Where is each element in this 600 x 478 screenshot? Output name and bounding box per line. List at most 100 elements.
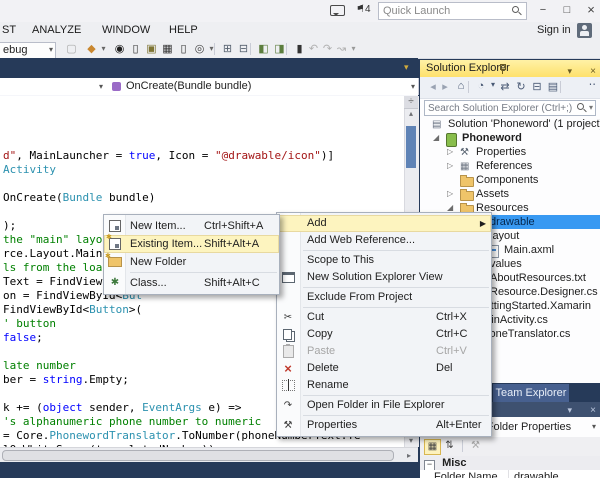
menu-item-new-item[interactable]: New Item...Ctrl+Shift+A xyxy=(104,217,279,235)
tab-team-explorer[interactable]: Team Explorer xyxy=(493,384,569,402)
horizontal-scrollbar-thumb[interactable] xyxy=(2,450,394,461)
menu-item-open-folder-in-file-explorer[interactable]: ↷Open Folder in File Explorer xyxy=(277,397,491,414)
properties-page-icon[interactable]: ▤ xyxy=(546,80,560,93)
expand-arrow-icon[interactable]: ▷ xyxy=(447,187,453,201)
menu-item-label: Paste xyxy=(307,345,335,357)
menu-item-new-solution-explorer-view[interactable]: New Solution Explorer View xyxy=(277,269,491,286)
scroll-down-icon[interactable]: ▾ xyxy=(404,436,418,445)
properties-icon: ⚒ xyxy=(284,420,293,431)
collapse-arrow-icon[interactable]: ◢ xyxy=(433,131,439,145)
types-dropdown[interactable]: ▾ xyxy=(0,78,107,95)
window-position-icon[interactable]: ▾ xyxy=(567,405,572,416)
forward-icon[interactable]: ▸ xyxy=(438,80,452,93)
flag-glyph: ⚑ xyxy=(356,4,365,15)
close-button[interactable]: × xyxy=(580,0,600,20)
bookmark-icon[interactable]: ▮ xyxy=(292,41,307,57)
menu-item-rename[interactable]: Rename xyxy=(277,377,491,394)
menu-item-class[interactable]: ✱Class...Shift+Alt+C xyxy=(104,274,279,292)
tree-item-solution-phoneword-1-project[interactable]: ▤Solution 'Phoneword' (1 project) xyxy=(420,117,600,131)
tree-item-label: Main.axml xyxy=(504,243,554,257)
property-row[interactable]: Folder Name drawable xyxy=(420,470,600,478)
dropdown-icon[interactable]: ▾ xyxy=(204,41,219,57)
scroll-up-icon[interactable]: ▴ xyxy=(404,109,418,118)
vertical-scrollbar-thumb[interactable] xyxy=(406,126,416,168)
sign-in-link[interactable]: Sign in xyxy=(537,24,571,36)
collapse-all-icon[interactable]: ⊟ xyxy=(530,80,544,93)
android-tool-icon[interactable]: ◧ xyxy=(256,41,271,57)
console-icon[interactable]: ▦ xyxy=(160,41,175,57)
properties-category-row[interactable]: − Misc xyxy=(420,456,600,470)
menubar-item-help[interactable]: HELP xyxy=(169,24,198,36)
properties-toolbar: ▦ ⇅ ⚒ xyxy=(420,437,600,457)
code-token: false xyxy=(3,331,36,344)
expand-arrow-icon[interactable]: ▷ xyxy=(447,159,453,173)
tree-item-assets[interactable]: ▷Assets xyxy=(420,187,600,201)
menu-item-label: Existing Item... xyxy=(130,238,202,250)
pin-icon[interactable] xyxy=(498,63,507,74)
solution-explorer-search-input[interactable]: Search Solution Explorer (Ctrl+;) ▾ xyxy=(424,100,596,116)
sync-icon[interactable]: ⇄ xyxy=(498,80,512,93)
nav-forward-icon[interactable]: ↷ xyxy=(320,41,335,57)
minimize-button[interactable]: − xyxy=(532,0,554,20)
start-debug-icon[interactable]: ◉ xyxy=(112,41,127,57)
menu-item-copy[interactable]: CopyCtrl+C xyxy=(277,326,491,343)
account-avatar[interactable] xyxy=(577,23,592,38)
categorized-view-button[interactable]: ▦ xyxy=(424,439,441,455)
expand-arrow-icon[interactable]: ▷ xyxy=(447,145,453,159)
alphabetical-sort-button[interactable]: ⇅ xyxy=(442,439,457,453)
property-value[interactable]: drawable xyxy=(514,470,559,478)
menu-item-label: Delete xyxy=(307,362,339,374)
menu-item-delete[interactable]: ×DeleteDel xyxy=(277,360,491,377)
close-icon[interactable]: × xyxy=(590,405,596,416)
menubar-item-analyze[interactable]: ANALYZE xyxy=(32,24,81,36)
nav-back-icon[interactable]: ↶ xyxy=(306,41,321,57)
build-package-icon[interactable]: ▣ xyxy=(144,41,159,57)
menu-item-new-folder[interactable]: New Folder xyxy=(104,253,279,271)
category-label: Misc xyxy=(438,457,466,469)
debug-configuration-dropdown[interactable]: ebug ▾ xyxy=(0,42,56,59)
dropdown-icon[interactable]: ▾ xyxy=(346,41,361,57)
chevron-down-icon: ▾ xyxy=(411,82,415,91)
notifications-flag-icon[interactable]: ⚑4 xyxy=(356,3,371,15)
tree-item-properties[interactable]: ▷⚒Properties xyxy=(420,145,600,159)
feedback-icon[interactable] xyxy=(330,5,345,16)
property-pages-button[interactable]: ⚒ xyxy=(468,439,483,453)
menubar-item-window[interactable]: WINDOW xyxy=(102,24,150,36)
menu-item-properties[interactable]: ⚒PropertiesAlt+Enter xyxy=(277,417,491,434)
menu-item-scope-to-this[interactable]: Scope to This xyxy=(277,252,491,269)
menu-item-existing-item[interactable]: Existing Item...Shift+Alt+A xyxy=(104,235,279,253)
android-tool2-icon[interactable]: ◨ xyxy=(272,41,287,57)
menu-item-paste[interactable]: PasteCtrl+V xyxy=(277,343,491,360)
code-token: object xyxy=(43,401,83,414)
toolbar-overflow-icon[interactable]: ‥ xyxy=(589,75,596,88)
device-log-icon[interactable]: ⊟ xyxy=(236,41,251,57)
home-icon[interactable]: ⌂ xyxy=(454,80,468,92)
tree-item-phoneword[interactable]: ◢Phoneword xyxy=(420,131,600,145)
menu-item-cut[interactable]: ✂CutCtrl+X xyxy=(277,309,491,326)
menubar-item-st[interactable]: ST xyxy=(2,24,16,36)
editor-split-handle[interactable]: ÷ xyxy=(404,96,418,109)
menu-item-add-web-reference[interactable]: Add Web Reference... xyxy=(277,232,491,249)
refresh-icon[interactable]: ↻ xyxy=(514,80,528,93)
tree-item-references[interactable]: ▷▦References xyxy=(420,159,600,173)
device-icon[interactable]: ▯ xyxy=(176,41,191,57)
menu-item-exclude-from-project[interactable]: Exclude From Project xyxy=(277,289,491,306)
folder-icon xyxy=(460,191,474,201)
deploy-device-icon[interactable]: ▯ xyxy=(128,41,143,57)
scroll-right-icon[interactable]: ▸ xyxy=(402,451,416,460)
tree-item-components[interactable]: Components xyxy=(420,173,600,187)
notification-count: 4 xyxy=(365,4,371,15)
property-name: Folder Name xyxy=(434,470,498,478)
dropdown-icon[interactable]: ▾ xyxy=(96,41,111,57)
search-placeholder: Search Solution Explorer (Ctrl+;) xyxy=(425,103,577,114)
sdk-manager-icon[interactable]: ⊞ xyxy=(220,41,235,57)
column-divider xyxy=(508,470,509,478)
code-token: d" xyxy=(3,149,16,162)
members-dropdown[interactable]: OnCreate(Bundle bundle) ▾ xyxy=(106,78,419,95)
code-token: ); xyxy=(3,219,16,232)
quick-launch-input[interactable]: Quick Launch xyxy=(378,2,527,20)
maximize-button[interactable]: □ xyxy=(556,0,578,20)
menu-item-add[interactable]: Add▶ xyxy=(277,215,491,232)
solution-explorer-title-bar[interactable]: Solution Explorer ▾ × xyxy=(420,60,600,77)
save-icon[interactable]: ▢ xyxy=(64,41,79,57)
